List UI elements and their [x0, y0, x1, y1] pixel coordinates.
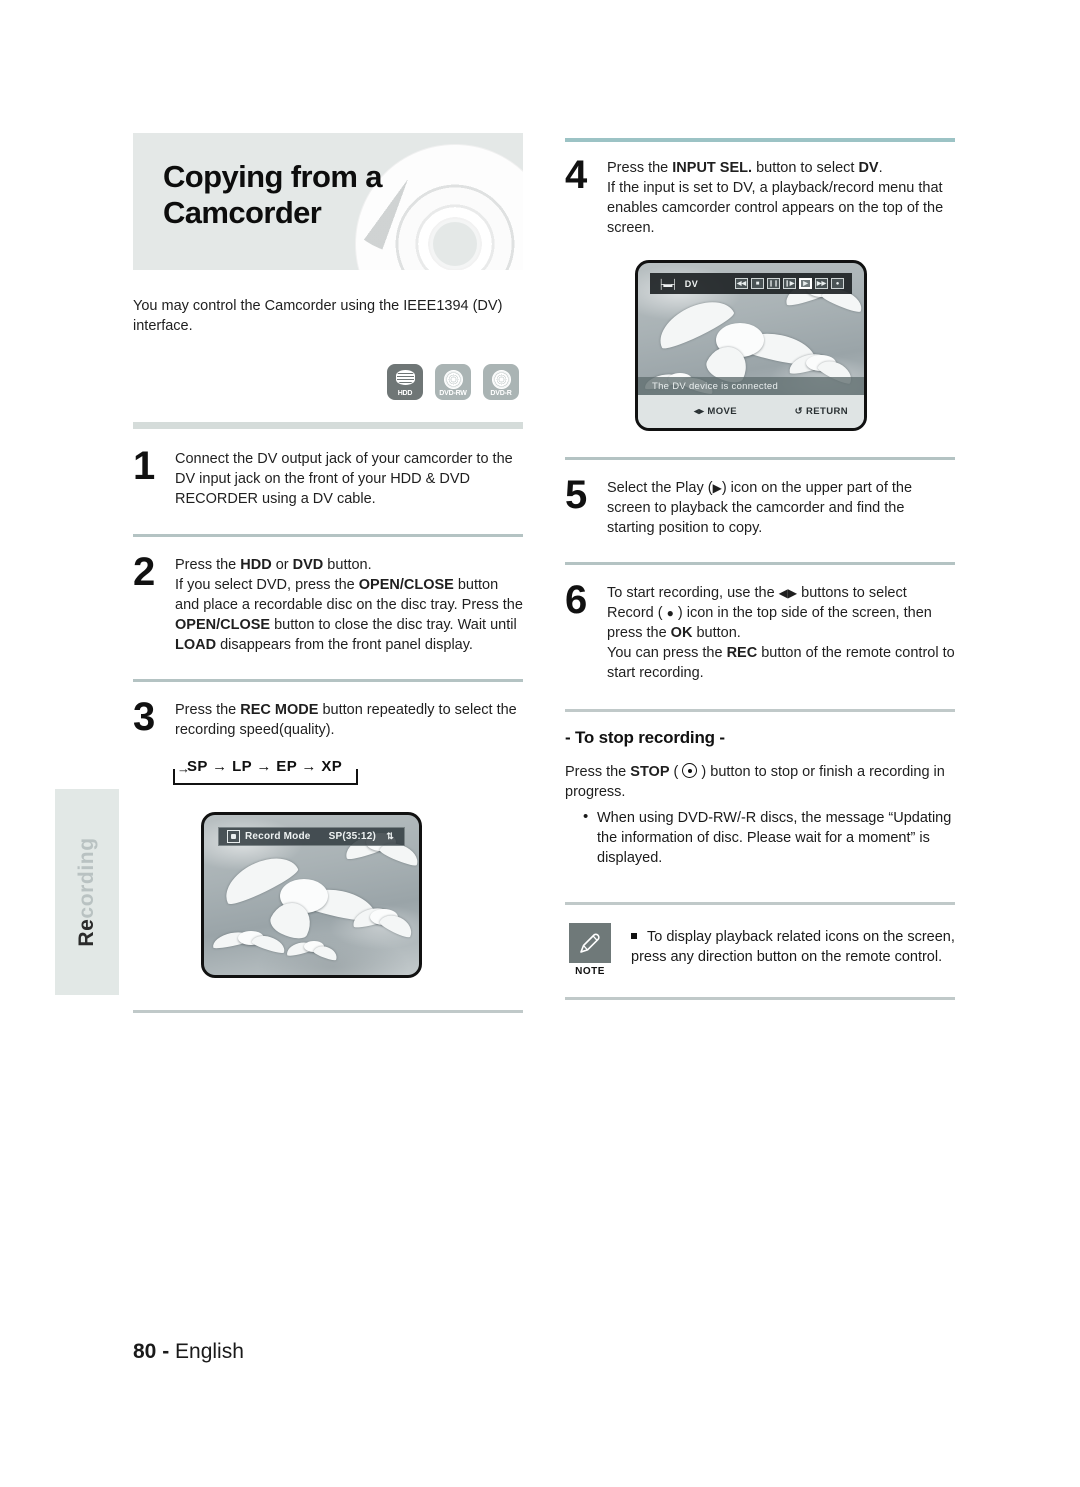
move-arrows-icon: ◂▸ — [694, 406, 705, 417]
seagull-right — [350, 903, 416, 947]
step-3-text: Press the REC MODE button repeatedly to … — [175, 702, 517, 738]
dvd-r-badge: DVD-R — [483, 364, 519, 400]
record-mode-label: Record Mode — [245, 831, 311, 842]
return-label: RETURN — [806, 406, 848, 417]
return-arrow-icon: ↺ — [794, 406, 803, 417]
return-hint: ↺ RETURN — [795, 406, 848, 417]
step-divider-1 — [133, 534, 523, 537]
bottom-divider-left — [133, 1010, 523, 1013]
media-badge-group: HDD DVD-RW DVD-R — [133, 364, 523, 400]
step-5-number: 5 — [565, 473, 587, 517]
chapter-intro-text: You may control the Camcorder using the … — [133, 298, 503, 334]
manual-page: Recording Copying from a Camcorder You m… — [0, 0, 1080, 1487]
stop-recording-heading: - To stop recording - — [565, 728, 725, 747]
step-3-number: 3 — [133, 695, 155, 739]
record-mode-osd-bar: Record Mode SP(35:12) ⇅ — [218, 827, 405, 846]
step-3: 3 Press the REC MODE button repeatedly t… — [133, 695, 523, 740]
seagull-bottom-center — [285, 939, 340, 965]
note-top-divider — [565, 902, 955, 905]
hdd-badge-label: HDD — [397, 390, 413, 397]
stop-recording-paragraph: Press the STOP ( ) button to stop or fin… — [565, 763, 945, 800]
step-4-number: 4 — [565, 153, 587, 197]
dv-menu-bar: ├▬┤ DV ◀◀ ■ ❙❙ ❙▶ ▶ ▶▶ ● — [650, 273, 852, 294]
move-hint: ◂▸ MOVE — [694, 406, 737, 417]
disc-icon — [491, 370, 511, 389]
fast-forward-icon[interactable]: ▶▶ — [815, 278, 828, 289]
dvd-r-badge-label: DVD-R — [490, 390, 512, 397]
right-column: 4 Press the INPUT SEL. button to select … — [565, 138, 955, 1000]
left-right-arrows-icon: ◀▶ — [778, 586, 798, 600]
bullet-item: When using DVD-RW/-R discs, the message … — [583, 807, 955, 868]
stop-recording-bullets: When using DVD-RW/-R discs, the message … — [583, 807, 955, 868]
side-tab-rest: cording — [75, 837, 98, 919]
step-divider-5 — [565, 562, 955, 565]
step-6: 6 To start recording, use the ◀▶ buttons… — [565, 578, 955, 683]
step-5: 5 Select the Play (▶) icon on the upper … — [565, 473, 955, 538]
chapter-side-tab-label: Recording — [75, 837, 99, 946]
record-dot-icon: ● — [666, 606, 674, 620]
rec-mode-chain: → SP → LP → EP → XP — [173, 758, 358, 785]
step-1-text: Connect the DV output jack of your camco… — [175, 451, 513, 507]
section-divider-thick — [133, 422, 523, 429]
step-6-number: 6 — [565, 578, 587, 622]
dvd-rw-badge-label: DVD-RW — [439, 390, 467, 397]
note-badge: NOTE — [565, 923, 615, 977]
record-mode-value: SP(35:12) — [328, 831, 376, 842]
tv-screenshot-dv-menu: ├▬┤ DV ◀◀ ■ ❙❙ ❙▶ ▶ ▶▶ ● The DV device i… — [635, 260, 867, 431]
play-glyph-icon: ▶ — [712, 481, 722, 495]
page-number: 80 - — [133, 1340, 170, 1363]
page-title: Copying from a Camcorder — [163, 159, 383, 230]
step-1: 1 Connect the DV output jack of your cam… — [133, 444, 523, 509]
note-text: To display playback related icons on the… — [631, 929, 955, 965]
record-square-icon — [227, 830, 240, 843]
step-divider-4 — [565, 457, 955, 460]
side-tab-lead: Re — [75, 918, 98, 947]
tv-screenshot-record-mode: Record Mode SP(35:12) ⇅ — [201, 812, 422, 978]
step-divider-2 — [133, 679, 523, 682]
hdd-icon — [395, 370, 415, 389]
updown-arrows-icon: ⇅ — [386, 831, 394, 841]
play-icon[interactable]: ▶ — [799, 278, 812, 289]
page-footer: 80 - English — [133, 1340, 244, 1364]
dv-input-label: DV — [684, 278, 699, 289]
chapter-header-band: Copying from a Camcorder — [133, 133, 523, 270]
pause-icon[interactable]: ❙❙ — [767, 278, 780, 289]
note-box: NOTE To display playback related icons o… — [565, 923, 955, 977]
record-icon[interactable]: ● — [831, 278, 844, 289]
stop-icon[interactable]: ■ — [751, 278, 764, 289]
step-4: 4 Press the INPUT SEL. button to select … — [565, 153, 955, 238]
hdd-badge: HDD — [387, 364, 423, 400]
rewind-icon[interactable]: ◀◀ — [735, 278, 748, 289]
step-5-text: Select the Play (▶) icon on the upper pa… — [607, 480, 913, 536]
step-2-text: Press the HDD or DVD button. If you sele… — [175, 557, 523, 653]
dv-transport-icons: ◀◀ ■ ❙❙ ❙▶ ▶ ▶▶ ● — [735, 278, 844, 289]
stop-section-divider — [565, 709, 955, 712]
step-forward-icon[interactable]: ❙▶ — [783, 278, 796, 289]
move-label: MOVE — [707, 406, 737, 417]
bullet-square-icon — [631, 933, 637, 939]
disc-icon — [443, 370, 463, 389]
dv-jack-icon: ├▬┤ — [658, 278, 678, 289]
dvd-rw-badge: DVD-RW — [435, 364, 471, 400]
top-divider-right — [565, 138, 955, 142]
note-text-wrapper: To display playback related icons on the… — [631, 923, 955, 967]
note-bottom-divider — [565, 997, 955, 1000]
step-6-text: To start recording, use the ◀▶ buttons t… — [607, 585, 955, 681]
left-column: Copying from a Camcorder You may control… — [133, 133, 523, 1013]
pencil-icon — [569, 923, 611, 963]
note-badge-label: NOTE — [575, 966, 605, 977]
stop-button-icon — [682, 763, 698, 778]
step-2-number: 2 — [133, 550, 155, 594]
dv-footer-bar: ◂▸ MOVE ↺ RETURN — [638, 395, 864, 428]
step-1-number: 1 — [133, 444, 155, 488]
chain-loop-bracket — [173, 769, 358, 785]
seagull-bottom-left — [211, 927, 288, 961]
page-language: English — [175, 1340, 244, 1363]
chapter-side-tab: Recording — [55, 789, 119, 995]
step-4-text: Press the INPUT SEL. button to select DV… — [607, 160, 944, 236]
dv-status-message: The DV device is connected — [638, 377, 864, 395]
step-2: 2 Press the HDD or DVD button. If you se… — [133, 550, 523, 655]
